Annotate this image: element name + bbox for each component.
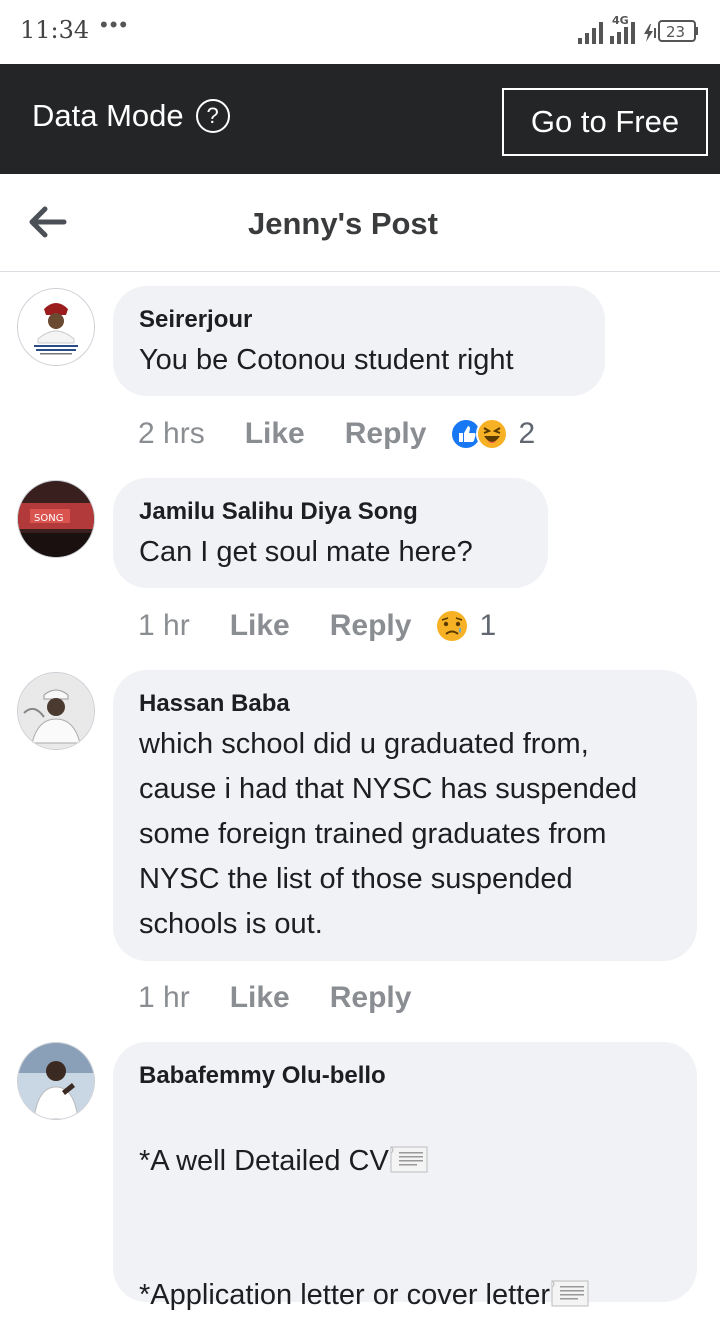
comment-time[interactable]: 1 hr <box>138 981 190 1015</box>
signal-icon <box>578 22 603 44</box>
battery-icon: 23 <box>658 20 698 42</box>
page-title: Jenny's Post <box>248 206 438 241</box>
comment-item: Babafemmy Olu-bello *A well Detailed CV … <box>0 1042 720 1311</box>
charging-icon <box>644 24 656 42</box>
status-bar: 11:34 ••• 4G 23 <box>0 0 720 64</box>
comment-actions: 1 hr Like Reply 1 <box>138 606 496 646</box>
comment-actions: 1 hr Like Reply <box>138 978 435 1018</box>
comment-time[interactable]: 2 hrs <box>138 417 205 451</box>
comment-author[interactable]: Jamilu Salihu Diya Song <box>139 498 522 526</box>
post-header: Jenny's Post <box>0 174 720 272</box>
svg-text:SONG: SONG <box>34 513 63 524</box>
data-mode-toggle[interactable]: Data Mode ? <box>32 98 230 134</box>
comment-text-line-2: *Application letter or cover letter <box>139 1279 551 1311</box>
document-icon <box>551 1280 589 1307</box>
comment-text: You be Cotonou student right <box>139 344 514 376</box>
comment-author[interactable]: Seirerjour <box>139 306 579 334</box>
help-icon[interactable]: ? <box>195 99 230 133</box>
reply-button[interactable]: Reply <box>330 609 412 643</box>
comment-bubble[interactable]: Jamilu Salihu Diya Song Can I get soul m… <box>113 478 548 588</box>
battery-level: 23 <box>666 23 685 41</box>
like-button[interactable]: Like <box>245 417 305 451</box>
comment-item: Hassan Baba which school did u graduated… <box>0 670 720 1022</box>
reply-button[interactable]: Reply <box>330 981 412 1015</box>
avatar[interactable] <box>17 1042 95 1120</box>
comment-text-line-1: *A well Detailed CV <box>139 1145 389 1177</box>
comment-text-line: *A well Detailed CV <box>139 1094 671 1184</box>
comment-bubble[interactable]: Seirerjour You be Cotonou student right <box>113 286 605 396</box>
like-button[interactable]: Like <box>230 609 290 643</box>
avatar[interactable] <box>17 672 95 750</box>
avatar[interactable]: SONG <box>17 480 95 558</box>
comment-author[interactable]: Babafemmy Olu-bello <box>139 1062 671 1090</box>
reactions[interactable] <box>435 609 469 643</box>
haha-reaction-icon <box>476 418 509 450</box>
comment-text: Can I get soul mate here? <box>139 536 473 568</box>
network-type: 4G <box>612 14 629 27</box>
document-icon <box>390 1146 428 1173</box>
comment-author[interactable]: Hassan Baba <box>139 690 671 718</box>
reply-button[interactable]: Reply <box>345 417 427 451</box>
comment-time[interactable]: 1 hr <box>138 609 190 643</box>
data-mode-label: Data Mode <box>32 98 184 133</box>
sad-reaction-icon <box>437 611 468 641</box>
go-to-free-button[interactable]: Go to Free <box>502 88 708 156</box>
status-time: 11:34 <box>20 16 90 44</box>
status-indicators: 4G 23 <box>578 14 702 48</box>
notification-dots: ••• <box>100 12 130 37</box>
comment-item: Seirerjour You be Cotonou student right … <box>0 286 720 458</box>
comment-bubble[interactable]: Babafemmy Olu-bello *A well Detailed CV … <box>113 1042 697 1311</box>
avatar[interactable] <box>17 288 95 366</box>
reaction-count[interactable]: 2 <box>518 417 535 451</box>
signal-4g-icon: 4G <box>610 14 635 44</box>
comment-text: which school did u graduated from, cause… <box>139 728 638 940</box>
data-mode-bar: Data Mode ? Go to Free <box>0 64 720 174</box>
reaction-count[interactable]: 1 <box>479 609 496 643</box>
like-button[interactable]: Like <box>230 981 290 1015</box>
reactions[interactable] <box>450 418 509 450</box>
comment-bubble[interactable]: Hassan Baba which school did u graduated… <box>113 670 697 961</box>
comment-actions: 2 hrs Like Reply 2 <box>138 414 535 454</box>
comment-text-line: *Application letter or cover letter <box>139 1228 671 1318</box>
comment-item: SONG Jamilu Salihu Diya Song Can I get s… <box>0 478 720 648</box>
